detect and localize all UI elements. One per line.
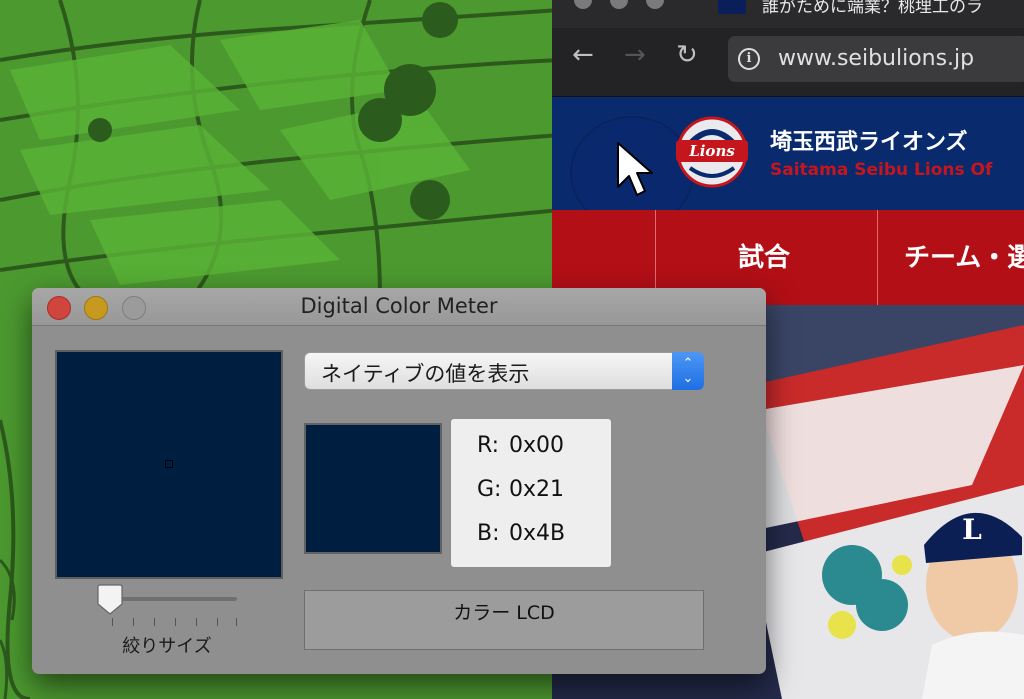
blue-value: 0x4B [509,521,566,546]
aperture-slider-track[interactable] [107,597,237,601]
display-mode-value: ネイティブの値を表示 [321,362,530,386]
slider-tick [112,618,113,626]
browser-close-button[interactable] [574,0,592,9]
blue-value-row: B: 0x4B [477,521,566,546]
browser-zoom-button[interactable] [646,0,664,9]
brand-name-en[interactable]: Saitama Seibu Lions Of [770,160,992,180]
digital-color-meter-window: Digital Color Meter 絞りサイズ ネイティブの値を表示 ⌃ ⌄ … [32,288,766,674]
slider-tick [196,618,197,626]
mouse-cursor-icon [617,142,653,196]
tab-title[interactable]: 誰がために端業？桃埋工のラ [762,0,983,17]
popup-chevrons-icon: ⌃ ⌄ [672,352,704,390]
slider-tick [175,618,176,626]
slider-tick [236,618,237,626]
forward-arrow-icon[interactable]: → [624,42,646,68]
slider-tick [133,618,134,626]
address-bar[interactable]: i www.seibulions.jp [728,36,1024,82]
color-swatch [304,423,442,554]
color-profile-box: カラー LCD [304,590,704,650]
red-value: 0x00 [509,433,565,458]
red-value-row: R: 0x00 [477,433,565,458]
color-values-panel: R: 0x00 G: 0x21 B: 0x4B [451,419,611,567]
color-profile-label: カラー LCD [453,602,555,624]
slider-tick [154,618,155,626]
tab-favicon-icon [718,0,746,14]
green-value-row: G: 0x21 [477,477,565,502]
display-mode-popup[interactable]: ネイティブの値を表示 ⌃ ⌄ [304,352,704,390]
svg-text:L: L [962,513,982,546]
green-value: 0x21 [509,477,565,502]
aperture-size-label: 絞りサイズ [122,636,212,657]
slider-tick [217,618,218,626]
nav-item-games[interactable]: 試合 [738,237,790,274]
lions-logo-icon[interactable]: Lions [670,106,754,198]
svg-text:Lions: Lions [688,142,735,160]
tab-bar: 誰がために端業？桃埋工のラ [552,0,1024,28]
nav-divider [877,210,878,305]
aperture-marker [165,460,173,468]
info-icon[interactable]: i [738,48,760,70]
url-text: www.seibulions.jp [778,46,975,71]
reload-icon[interactable]: ↻ [676,42,698,68]
aperture-slider-thumb[interactable] [95,584,125,616]
back-arrow-icon[interactable]: ← [572,42,594,68]
brand-name-jp[interactable]: 埼玉西武ライオンズ [770,124,968,156]
browser-minimize-button[interactable] [610,0,628,9]
magnifier-preview [55,350,283,579]
window-title: Digital Color Meter [300,294,498,318]
nav-item-team[interactable]: チーム・選 [904,237,1024,274]
